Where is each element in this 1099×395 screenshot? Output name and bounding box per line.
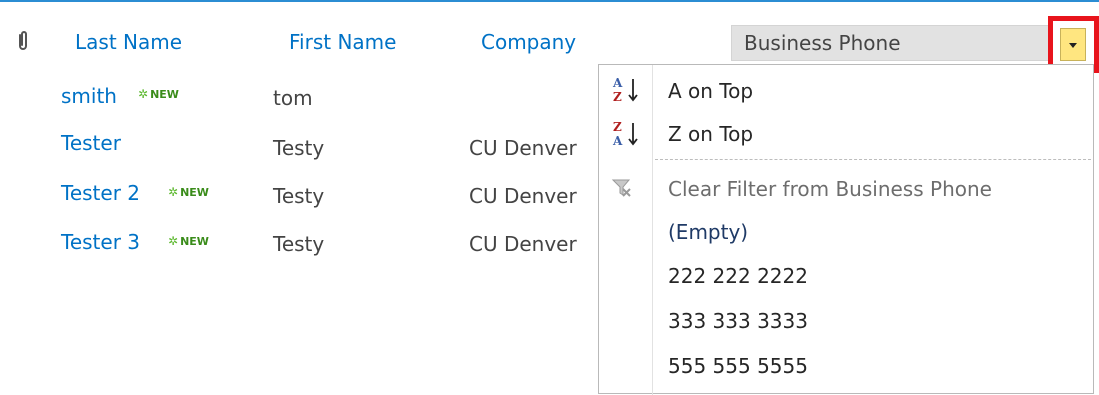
row-1-last-name[interactable]: smith xyxy=(61,84,117,108)
column-header-business-phone[interactable]: Business Phone xyxy=(731,25,1049,61)
sort-z-to-a-icon: Z A xyxy=(612,120,638,148)
caret-down-icon xyxy=(1069,43,1077,48)
new-sparkle-icon: ✲ xyxy=(168,185,179,199)
column-header-first-name[interactable]: First Name xyxy=(289,30,396,54)
svg-text:Z: Z xyxy=(613,120,622,134)
column-header-business-phone-label: Business Phone xyxy=(744,31,901,55)
row-3-last-name[interactable]: Tester 2 xyxy=(61,181,140,205)
row-2-last-name[interactable]: Tester xyxy=(61,131,121,155)
row-4-company: CU Denver xyxy=(469,232,577,256)
row-4-first-name: Testy xyxy=(273,232,325,256)
row-3-company: CU Denver xyxy=(469,184,577,208)
filter-value-item[interactable]: 555 555 5555 xyxy=(668,354,808,378)
filter-dropdown-button[interactable] xyxy=(1060,28,1086,61)
row-4-last-name[interactable]: Tester 3 xyxy=(61,230,140,254)
filter-value-empty[interactable]: (Empty) xyxy=(668,220,748,244)
clear-filter-icon xyxy=(611,179,631,197)
row-1-new-badge: ✲ NEW xyxy=(138,87,179,101)
filter-menu: A Z A on Top Z A Z on Top Clear Filter f… xyxy=(598,64,1094,395)
filter-value-item[interactable]: 333 333 3333 xyxy=(668,309,808,333)
menu-item-z-on-top[interactable]: Z on Top xyxy=(668,122,753,146)
row-2-first-name: Testy xyxy=(273,136,325,160)
row-4-new-badge: ✲ NEW xyxy=(168,234,209,248)
new-sparkle-icon: ✲ xyxy=(138,87,149,101)
menu-icon-gutter xyxy=(652,65,653,395)
paperclip-icon[interactable] xyxy=(15,30,31,52)
menu-item-a-on-top[interactable]: A on Top xyxy=(668,79,753,103)
svg-text:A: A xyxy=(612,76,623,90)
svg-text:A: A xyxy=(612,134,623,148)
svg-text:Z: Z xyxy=(613,90,622,104)
menu-item-clear-filter[interactable]: Clear Filter from Business Phone xyxy=(668,177,992,201)
new-sparkle-icon: ✲ xyxy=(168,234,179,248)
column-header-company[interactable]: Company xyxy=(481,30,576,54)
menu-separator xyxy=(655,159,1091,160)
row-1-first-name: tom xyxy=(273,86,313,110)
row-3-first-name: Testy xyxy=(273,184,325,208)
row-2-company: CU Denver xyxy=(469,136,577,160)
column-header-last-name[interactable]: Last Name xyxy=(75,30,182,54)
sort-a-to-z-icon: A Z xyxy=(612,76,638,104)
row-3-new-badge: ✲ NEW xyxy=(168,185,209,199)
filter-value-item[interactable]: 222 222 2222 xyxy=(668,264,808,288)
top-border-line xyxy=(0,0,1099,2)
